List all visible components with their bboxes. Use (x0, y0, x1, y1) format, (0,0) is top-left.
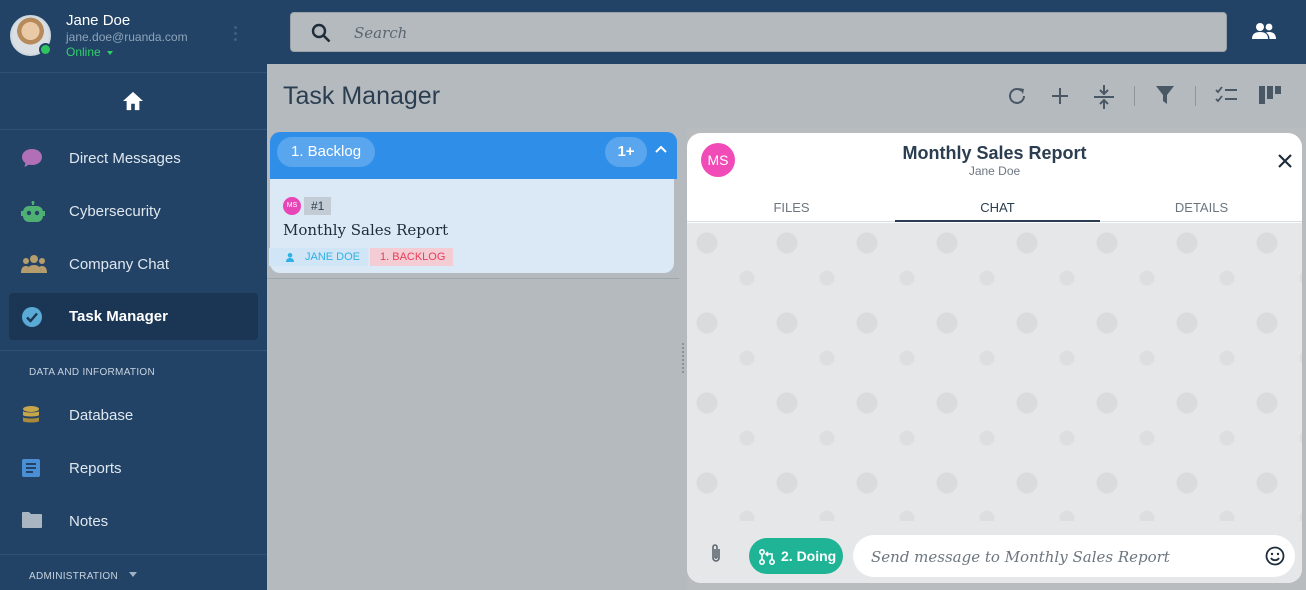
tab-files[interactable]: FILES (689, 200, 894, 215)
column-label: 1. Backlog (277, 137, 376, 167)
chevron-up-icon[interactable] (655, 145, 667, 153)
active-tab-indicator (895, 220, 1100, 222)
column-header-backlog[interactable]: 1. Backlog 1+ (270, 132, 677, 179)
online-status-dot (39, 43, 52, 56)
column-count-badge: 1+ (605, 137, 647, 167)
chevron-down-icon (106, 50, 113, 55)
message-input[interactable]: Send message to Monthly Sales Report (853, 535, 1295, 577)
sidebar-item-cybersecurity[interactable]: Cybersecurity (9, 188, 258, 235)
checklist-icon[interactable] (1215, 85, 1237, 105)
task-card[interactable]: MS #1 Monthly Sales Report JANE DOE 1. B… (269, 179, 674, 273)
home-button[interactable] (0, 73, 267, 130)
kanban-view-icon[interactable] (1259, 85, 1281, 105)
divider (267, 278, 679, 279)
sidebar-item-label: Company Chat (69, 256, 170, 273)
chat-message-area[interactable] (687, 223, 1302, 521)
robot-icon (21, 201, 45, 222)
sidebar-item-label: Notes (69, 513, 109, 530)
filter-icon[interactable] (1156, 85, 1174, 105)
message-composer: 2. Doing Send message to Monthly Sales R… (687, 521, 1302, 583)
group-icon (21, 255, 47, 273)
search-icon (311, 23, 331, 43)
sidebar-item-notes[interactable]: Notes (9, 498, 258, 545)
workflow-icon (759, 549, 775, 565)
section-label-admin[interactable]: ADMINISTRATION (29, 571, 118, 582)
contacts-icon[interactable] (1252, 22, 1276, 40)
emoji-icon[interactable] (1265, 546, 1285, 566)
sidebar-item-label: Database (69, 407, 134, 424)
database-icon (23, 406, 39, 423)
page-title: Task Manager (283, 82, 441, 110)
section-label-data: DATA AND INFORMATION (29, 367, 156, 378)
task-detail-panel: MS Monthly Sales Report Jane Doe FILES C… (687, 133, 1302, 583)
panel-resize-handle[interactable] (679, 128, 687, 590)
check-circle-icon (22, 307, 42, 327)
assignee-tag: JANE DOE (269, 248, 369, 266)
collapse-icon[interactable] (1094, 85, 1114, 109)
sidebar-item-task-manager[interactable]: Task Manager (9, 293, 258, 340)
stage-doing-button[interactable]: 2. Doing (749, 538, 843, 574)
status-selector[interactable]: Online (66, 45, 113, 59)
search-bar[interactable]: Search (290, 12, 1227, 52)
attach-icon[interactable] (710, 543, 722, 565)
stage-label: 2. Doing (781, 548, 837, 564)
divider (0, 554, 267, 555)
panel-title: Monthly Sales Report (902, 143, 1087, 163)
sidebar-item-direct-messages[interactable]: Direct Messages (9, 135, 258, 182)
more-vert-icon[interactable] (234, 26, 238, 46)
user-email: jane.doe@ruanda.com (66, 30, 188, 44)
home-icon (123, 91, 143, 111)
person-icon (286, 253, 294, 262)
sidebar-item-label: Direct Messages (69, 150, 181, 167)
top-bar: Search (267, 0, 1306, 64)
page-header: Task Manager (267, 64, 1306, 128)
sidebar-item-reports[interactable]: Reports (9, 445, 258, 492)
task-number: #1 (304, 197, 332, 215)
status-tag: 1. BACKLOG (370, 248, 454, 266)
sidebar-item-database[interactable]: Database (9, 392, 258, 439)
chevron-down-icon[interactable] (129, 572, 137, 577)
chat-bubble-icon (22, 149, 42, 167)
panel-subtitle: Jane Doe (968, 164, 1021, 178)
toolbar-divider (1134, 86, 1135, 106)
tab-chat[interactable]: CHAT (895, 200, 1100, 215)
status-label: Online (66, 45, 101, 59)
sidebar-item-label: Task Manager (69, 308, 168, 325)
kanban-board: 1. Backlog 1+ MS #1 Monthly Sales Report… (267, 128, 679, 590)
sidebar-item-label: Reports (69, 460, 122, 477)
toolbar-divider (1195, 86, 1196, 106)
folder-icon (22, 512, 42, 528)
user-name: Jane Doe (66, 12, 131, 29)
task-title: Monthly Sales Report (283, 221, 449, 239)
refresh-icon[interactable] (1006, 85, 1028, 107)
avatar: MS (283, 197, 301, 215)
search-input[interactable]: Search (354, 24, 407, 42)
message-placeholder: Send message to Monthly Sales Report (871, 548, 1170, 566)
sidebar-item-label: Cybersecurity (69, 203, 161, 220)
assignee-label: JANE DOE (305, 251, 361, 263)
tab-details[interactable]: DETAILS (1099, 200, 1302, 215)
sidebar: Jane Doe jane.doe@ruanda.com Online Dire… (0, 0, 267, 590)
panel-tabs: FILES CHAT DETAILS (687, 191, 1302, 222)
sidebar-item-company-chat[interactable]: Company Chat (9, 241, 258, 288)
report-icon (22, 459, 40, 477)
app-window: Jane Doe jane.doe@ruanda.com Online Dire… (0, 0, 1306, 590)
user-profile[interactable]: Jane Doe jane.doe@ruanda.com Online (0, 0, 267, 73)
add-icon[interactable] (1051, 85, 1069, 107)
close-icon[interactable] (1277, 153, 1293, 169)
divider (0, 350, 267, 351)
